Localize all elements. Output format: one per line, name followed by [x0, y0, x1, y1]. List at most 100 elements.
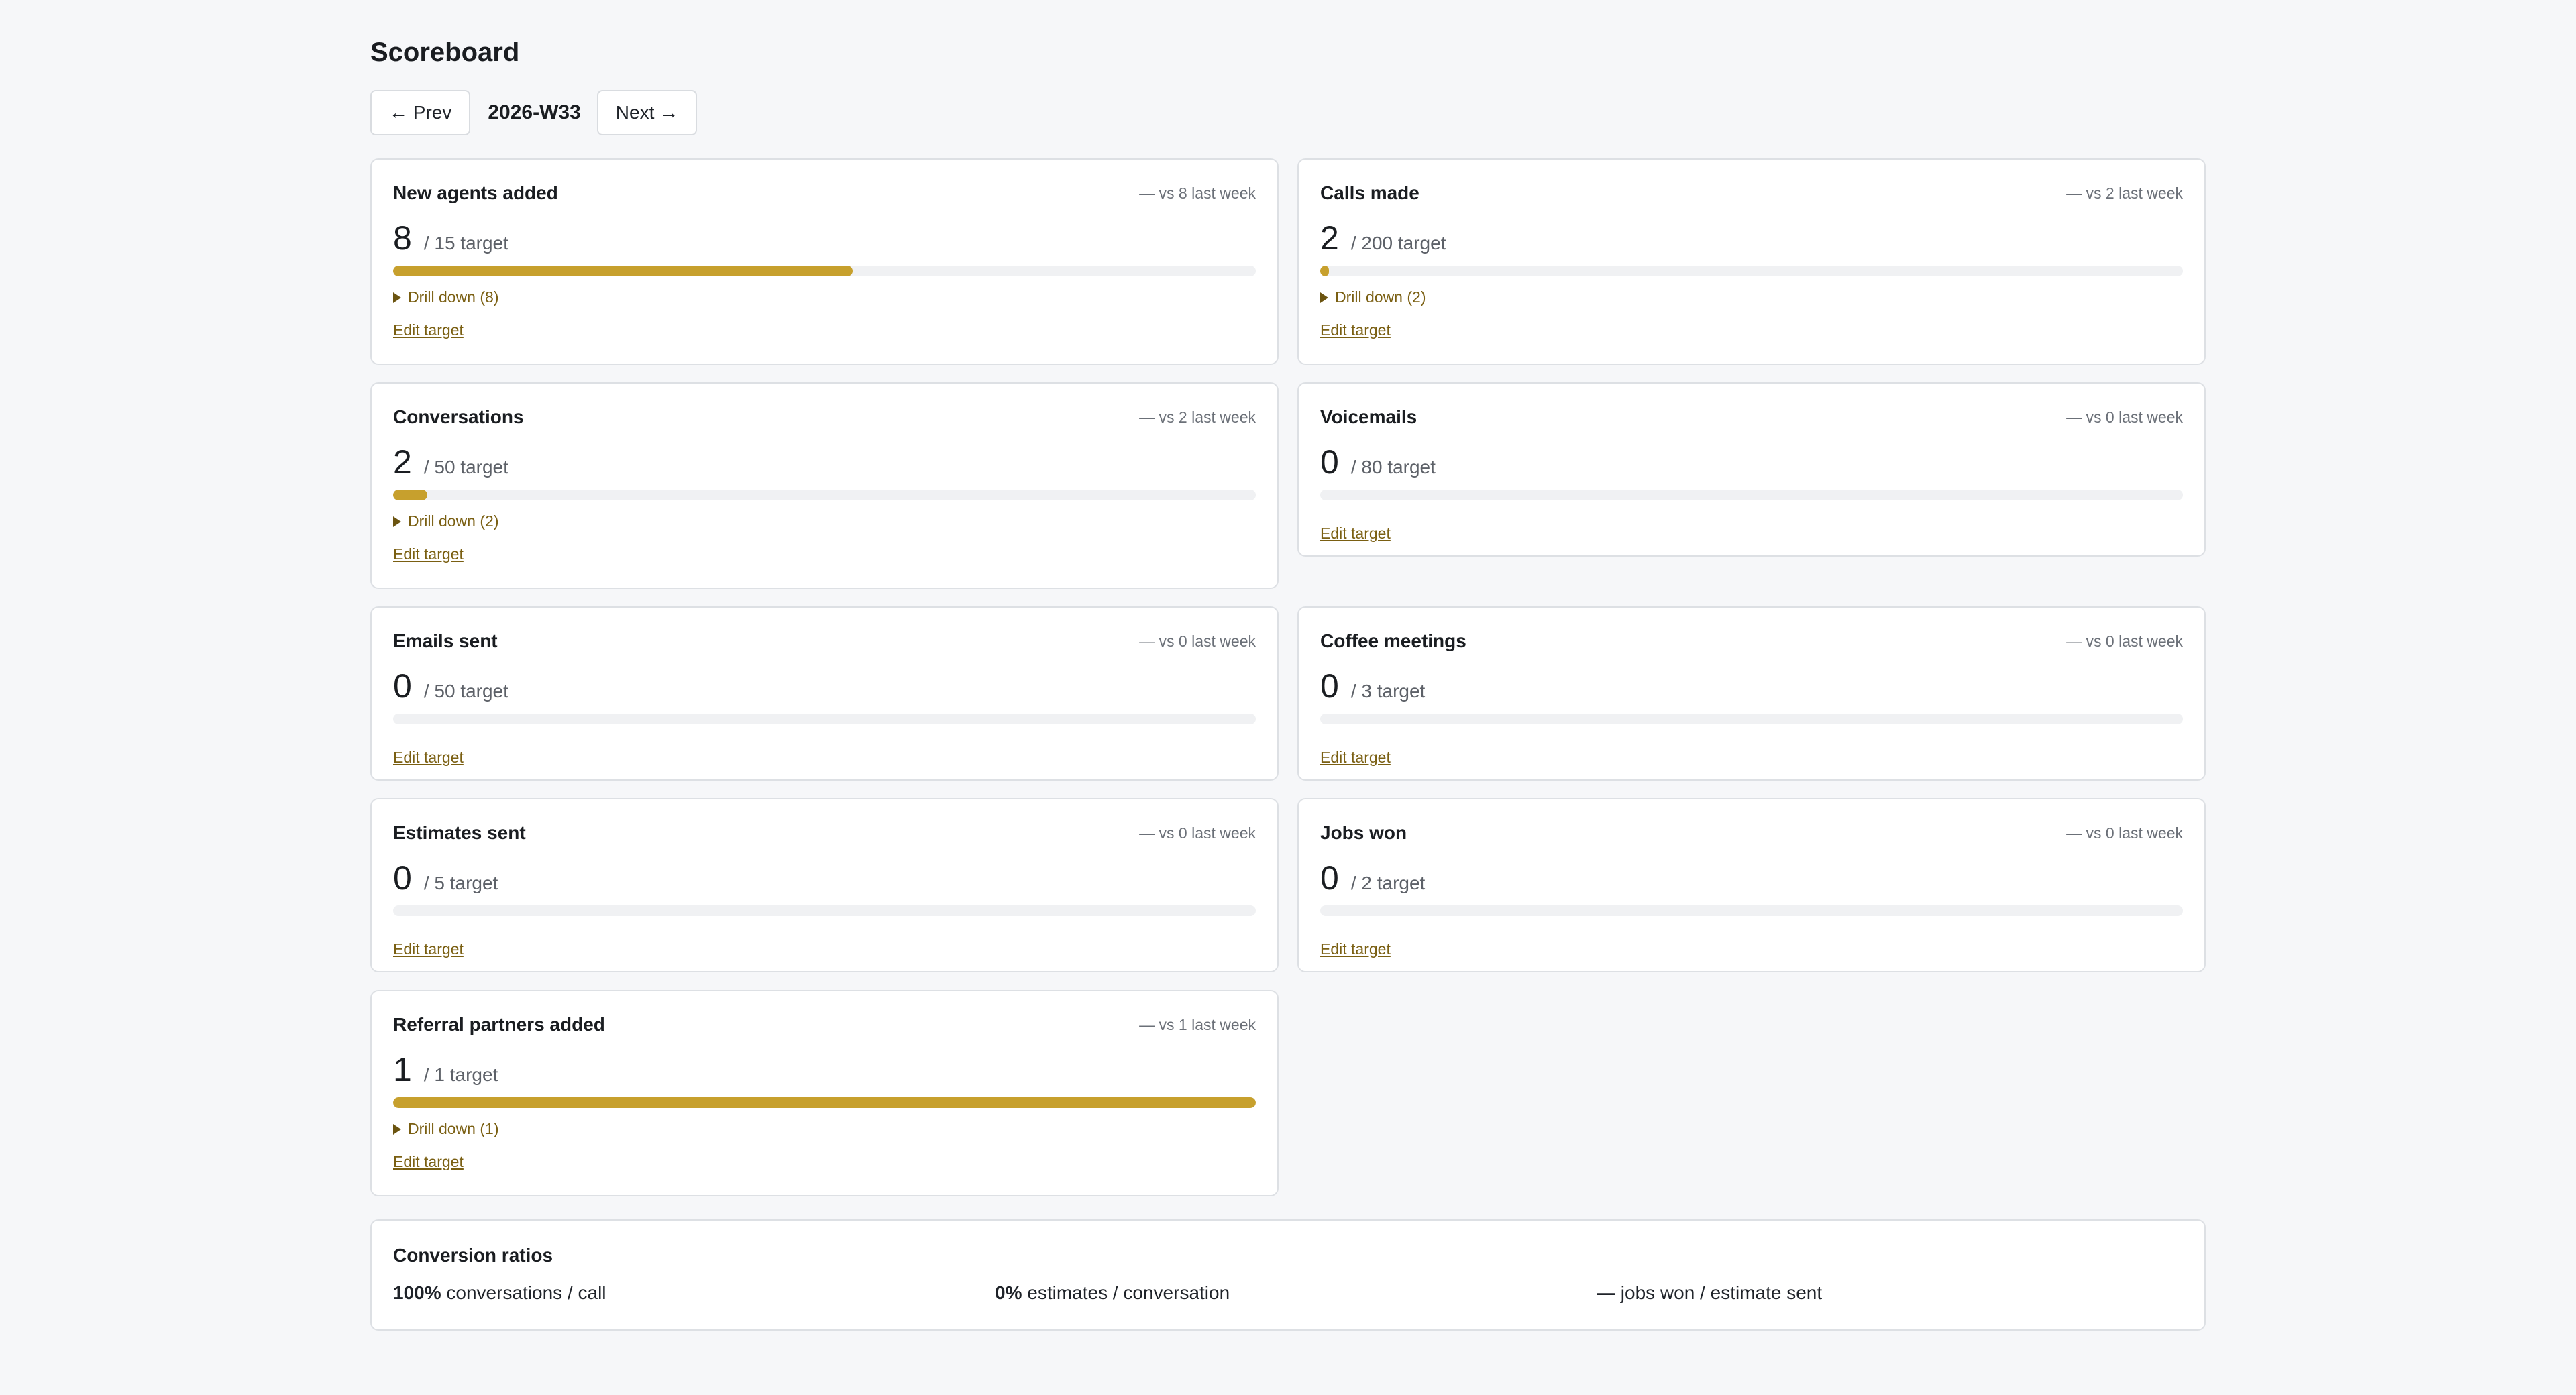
metric-card-header: Calls made — vs 2 last week [1320, 180, 2183, 207]
ratio-value: 100% [393, 1282, 441, 1303]
drill-down-toggle[interactable]: Drill down (2) [393, 512, 1256, 531]
metric-title: Calls made [1320, 182, 1419, 203]
ratio-value: — [1597, 1282, 1615, 1303]
metric-card: Jobs won — vs 0 last week 0 / 2 target E… [1297, 798, 2206, 972]
week-navigation: ← Prev 2026-W33 Next → [370, 90, 2206, 135]
metric-card-header: New agents added — vs 8 last week [393, 180, 1256, 207]
metric-figure: 0 / 80 target [1320, 443, 2183, 481]
drill-down-label: Drill down (2) [408, 512, 499, 530]
edit-target-link[interactable]: Edit target [393, 1153, 464, 1171]
metric-card: Voicemails — vs 0 last week 0 / 80 targe… [1297, 382, 2206, 557]
conversion-ratios-title: Conversion ratios [393, 1245, 553, 1266]
metric-target: / 200 target [1350, 233, 1446, 254]
edit-target-link[interactable]: Edit target [1320, 748, 1391, 767]
metric-delta: — vs 0 last week [2066, 408, 2183, 426]
progress-fill [393, 266, 853, 276]
ratio-label: estimates / conversation [1027, 1282, 1230, 1303]
metric-grid: New agents added — vs 8 last week 8 / 15… [370, 158, 2206, 1196]
edit-target-link[interactable]: Edit target [393, 940, 464, 958]
metric-delta: — vs 0 last week [2066, 632, 2183, 650]
metric-value: 0 [393, 859, 412, 897]
metric-title: Referral partners added [393, 1014, 605, 1035]
metric-delta: — vs 2 last week [1139, 408, 1256, 426]
ratio-conversations-per-call: 100% conversations / call [393, 1282, 995, 1304]
caret-right-icon [1320, 292, 1328, 303]
metric-delta: — vs 2 last week [2066, 184, 2183, 202]
progress-fill [393, 1097, 1256, 1108]
metric-figure: 0 / 5 target [393, 858, 1256, 897]
metric-card: Emails sent — vs 0 last week 0 / 50 targ… [370, 606, 1279, 781]
conversion-ratios-row: 100% conversations / call 0% estimates /… [393, 1282, 2183, 1304]
metric-card-header: Jobs won — vs 0 last week [1320, 820, 2183, 846]
metric-value: 0 [1320, 859, 1339, 897]
metric-title: Conversations [393, 406, 524, 427]
metric-title: New agents added [393, 182, 558, 203]
metric-card: Conversations — vs 2 last week 2 / 50 ta… [370, 382, 1279, 589]
drill-down-label: Drill down (2) [1335, 288, 1426, 306]
metric-target: / 50 target [423, 457, 508, 478]
drill-down-toggle[interactable]: Drill down (2) [1320, 288, 2183, 306]
metric-target: / 5 target [423, 873, 498, 893]
progress-bar [393, 1097, 1256, 1108]
metric-figure: 0 / 2 target [1320, 858, 2183, 897]
metric-figure: 0 / 3 target [1320, 667, 2183, 705]
metric-card: Referral partners added — vs 1 last week… [370, 990, 1279, 1196]
metric-target: / 15 target [423, 233, 508, 254]
edit-target-link[interactable]: Edit target [1320, 321, 1391, 339]
edit-target-link[interactable]: Edit target [1320, 524, 1391, 543]
drill-down-toggle[interactable]: Drill down (8) [393, 288, 1256, 306]
metric-delta: — vs 1 last week [1139, 1015, 1256, 1034]
metric-target: / 1 target [423, 1064, 498, 1085]
progress-bar [393, 905, 1256, 916]
caret-right-icon [393, 292, 401, 303]
ratio-value: 0% [995, 1282, 1022, 1303]
drill-down-toggle[interactable]: Drill down (1) [393, 1120, 1256, 1138]
progress-bar [1320, 266, 2183, 276]
metric-figure: 8 / 15 target [393, 219, 1256, 257]
metric-title: Emails sent [393, 630, 498, 651]
metric-value: 2 [393, 443, 412, 481]
prev-week-button[interactable]: ← Prev [370, 90, 471, 135]
caret-right-icon [393, 1123, 401, 1135]
metric-card: New agents added — vs 8 last week 8 / 15… [370, 158, 1279, 365]
metric-value: 2 [1320, 219, 1339, 257]
metric-title: Jobs won [1320, 822, 1407, 843]
progress-bar [1320, 490, 2183, 500]
ratio-label: jobs won / estimate sent [1620, 1282, 1823, 1303]
metric-delta: — vs 0 last week [1139, 632, 1256, 650]
edit-target-link[interactable]: Edit target [393, 321, 464, 339]
metric-card: Calls made — vs 2 last week 2 / 200 targ… [1297, 158, 2206, 365]
conversion-ratios-card: Conversion ratios 100% conversations / c… [370, 1219, 2206, 1331]
page-title: Scoreboard [370, 38, 520, 67]
metric-figure: 1 / 1 target [393, 1050, 1256, 1089]
progress-fill [393, 490, 428, 500]
metric-delta: — vs 0 last week [2066, 824, 2183, 842]
metric-value: 0 [1320, 443, 1339, 481]
metric-target: / 50 target [423, 681, 508, 702]
progress-fill [1320, 266, 1329, 276]
progress-bar [393, 266, 1256, 276]
metric-title: Estimates sent [393, 822, 526, 843]
edit-target-link[interactable]: Edit target [1320, 940, 1391, 958]
edit-target-link[interactable]: Edit target [393, 748, 464, 767]
metric-delta: — vs 0 last week [1139, 824, 1256, 842]
ratio-label: conversations / call [446, 1282, 606, 1303]
scoreboard-page: Scoreboard ← Prev 2026-W33 Next → New ag… [370, 0, 2206, 1331]
metric-card-header: Coffee meetings — vs 0 last week [1320, 628, 2183, 655]
drill-down-label: Drill down (1) [408, 1120, 499, 1137]
metric-figure: 2 / 50 target [393, 443, 1256, 481]
progress-bar [393, 714, 1256, 724]
metric-target: / 2 target [1350, 873, 1426, 893]
metric-target: / 3 target [1350, 681, 1426, 702]
metric-card-header: Conversations — vs 2 last week [393, 404, 1256, 431]
metric-value: 0 [393, 667, 412, 705]
week-label: 2026-W33 [488, 101, 581, 123]
ratio-estimates-per-conversation: 0% estimates / conversation [995, 1282, 1597, 1304]
edit-target-link[interactable]: Edit target [393, 545, 464, 563]
metric-value: 1 [393, 1051, 412, 1089]
next-week-button[interactable]: Next → [596, 90, 698, 135]
metric-card-header: Voicemails — vs 0 last week [1320, 404, 2183, 431]
metric-card-header: Estimates sent — vs 0 last week [393, 820, 1256, 846]
caret-right-icon [393, 516, 401, 527]
metric-figure: 2 / 200 target [1320, 219, 2183, 257]
